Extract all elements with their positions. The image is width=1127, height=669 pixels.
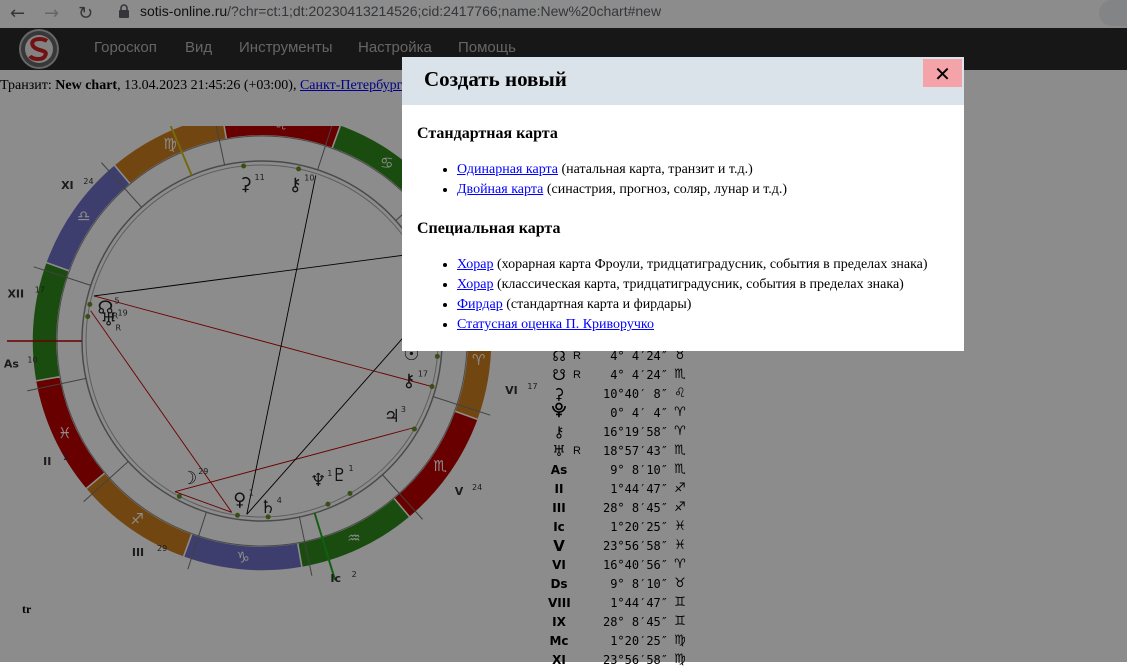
- dialog-header: Создать новый ✕: [402, 57, 964, 105]
- list-item: Статусная оценка П. Криворучко: [457, 315, 949, 335]
- horary-classic-link[interactable]: Хорар: [457, 277, 493, 292]
- status-assessment-link[interactable]: Статусная оценка П. Криворучко: [457, 317, 654, 332]
- list-item-note: (натальная карта, транзит и т.д.): [558, 162, 753, 177]
- list-item-note: (классическая карта, тридцатиградусник, …: [493, 277, 904, 292]
- double-chart-link[interactable]: Двойная карта: [457, 182, 543, 197]
- list-item: Хорар (классическая карта, тридцатиграду…: [457, 275, 949, 295]
- close-button[interactable]: ✕: [923, 59, 962, 87]
- list-item-note: (хорарная карта Фроули, тридцатиградусни…: [493, 257, 928, 272]
- standard-chart-list: Одинарная карта (натальная карта, транзи…: [417, 160, 949, 200]
- list-item: Фирдар (стандартная карта и фирдары): [457, 295, 949, 315]
- horary-frawley-link[interactable]: Хорар: [457, 257, 493, 272]
- list-item: Двойная карта (синастрия, прогноз, соляр…: [457, 180, 949, 200]
- dialog-title: Создать новый: [424, 67, 567, 91]
- list-item-note: (стандартная карта и фирдары): [502, 297, 692, 312]
- dialog-body: Стандартная карта Одинарная карта (натал…: [402, 125, 964, 335]
- standard-chart-heading: Стандартная карта: [417, 125, 558, 142]
- list-item-note: (синастрия, прогноз, соляр, лунар и т.д.…: [543, 182, 788, 197]
- single-chart-link[interactable]: Одинарная карта: [457, 162, 558, 177]
- create-new-dialog: Создать новый ✕ Стандартная карта Одинар…: [402, 57, 964, 351]
- firdaria-link[interactable]: Фирдар: [457, 297, 503, 312]
- list-item: Одинарная карта (натальная карта, транзи…: [457, 160, 949, 180]
- special-chart-heading: Специальная карта: [417, 220, 561, 237]
- special-chart-list: Хорар (хорарная карта Фроули, тридцатигр…: [417, 255, 949, 335]
- list-item: Хорар (хорарная карта Фроули, тридцатигр…: [457, 255, 949, 275]
